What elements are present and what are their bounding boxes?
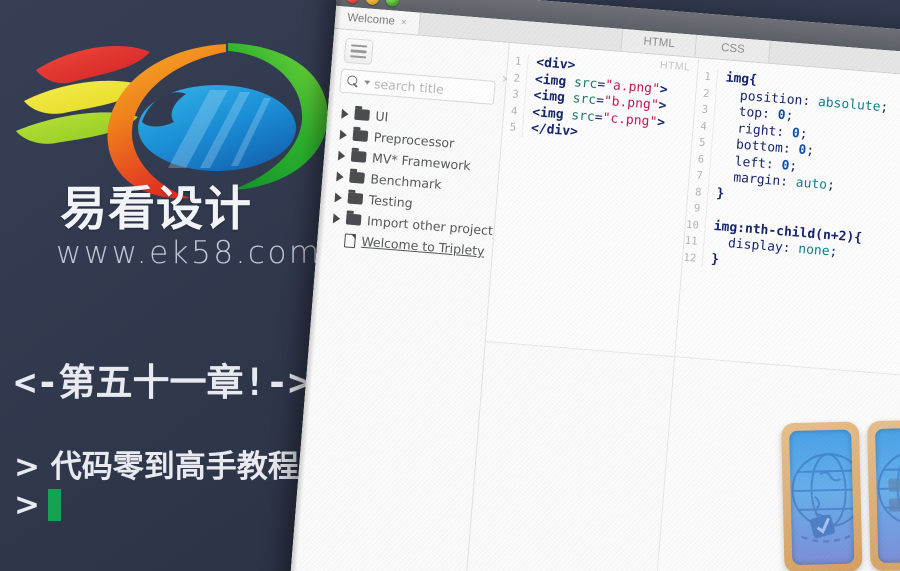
chapter-heading: <-第五十一章!-> (14, 361, 311, 404)
preview-card (866, 419, 900, 571)
folder-icon (352, 129, 369, 142)
search-icon (347, 75, 360, 88)
chevron-placeholder-icon (331, 234, 339, 245)
zoom-window-button[interactable] (385, 0, 400, 7)
hamburger-bar (350, 54, 367, 59)
tab-welcome-close-icon[interactable]: × (400, 17, 407, 28)
html-editor-pane[interactable]: HTML 12345 <div> <img src="a.png"> <img … (485, 42, 700, 357)
text-cursor (47, 489, 61, 521)
preview-card-inner (789, 429, 855, 566)
close-window-button[interactable] (345, 0, 360, 4)
preview-pane[interactable] (651, 357, 900, 571)
file-tree: UI Preprocessor MV* Framework Benchmark … (323, 102, 503, 262)
editor-row-bottom (462, 342, 900, 571)
minimize-window-button[interactable] (365, 0, 380, 5)
ide-body: search title × UI Preprocessor MV* Frame… (286, 28, 900, 571)
chevron-down-icon[interactable] (364, 80, 371, 85)
empty-pane (462, 342, 676, 571)
css-code[interactable]: img{ position: absolute; top: 0; right: … (702, 70, 890, 281)
file-icon (343, 232, 357, 248)
preview-artwork (780, 418, 900, 571)
folder-icon (349, 171, 365, 184)
folder-icon (354, 108, 371, 121)
html-code[interactable]: <div> <img src="a.png"> <img src="b.png"… (522, 55, 669, 149)
css-editor-inner: 1 2 3 4 5 6 7 8 9 10 11 12 img{ position: absolute;… (682, 58, 900, 287)
brand-name-cn: 易看设计 (60, 182, 252, 237)
editor-row-top: HTML 12345 <div> <img src="a.png"> <img … (485, 42, 900, 380)
hamburger-icon[interactable] (343, 37, 374, 65)
hamburger-bar (351, 44, 368, 48)
search-placeholder: search title (373, 75, 445, 97)
preview-card-inner (875, 427, 900, 563)
chevron-right-icon[interactable] (337, 150, 346, 161)
search-input[interactable]: search title (339, 68, 496, 105)
tab-css-label: CSS (720, 41, 746, 56)
folder-icon (347, 192, 364, 205)
chevron-right-icon[interactable] (332, 212, 341, 224)
puzzle-globe-icon (791, 453, 855, 543)
chevron-right-icon[interactable] (339, 129, 348, 140)
chevron-right-icon[interactable] (341, 108, 350, 119)
editor-area: HTML 12345 <div> <img src="a.png"> <img … (462, 42, 900, 571)
tree-item-label: Benchmark (369, 171, 443, 192)
hamburger-bar (350, 49, 367, 54)
screenshot-root: 易看设计 www.ek58.com <-第五十一章!-> > 代码零到高手教程 … (0, 0, 900, 571)
preview-card (780, 421, 863, 571)
css-editor-pane[interactable]: 1 2 3 4 5 6 7 8 9 10 11 12 img{ position: absolute;… (675, 58, 900, 379)
ide-window: Welcome × HTML CSS search title × UI Pre… (286, 0, 900, 571)
terminal-prompt: > (14, 487, 61, 523)
chevron-right-icon[interactable] (334, 191, 343, 203)
tutorial-heading: > 代码零到高手教程 (14, 449, 299, 485)
folder-icon (350, 150, 367, 163)
search-row: search title × (339, 68, 511, 105)
tree-item-label: Testing (368, 192, 414, 211)
tree-item-label: UI (374, 108, 389, 125)
prompt-symbol: > (14, 487, 40, 523)
tab-html-label: HTML (643, 35, 676, 51)
chevron-right-icon[interactable] (336, 171, 344, 182)
folder-icon (345, 213, 362, 226)
html-pane-label: HTML (659, 59, 691, 74)
tab-welcome-label: Welcome (346, 11, 396, 28)
puzzle-globe-icon (877, 451, 900, 526)
